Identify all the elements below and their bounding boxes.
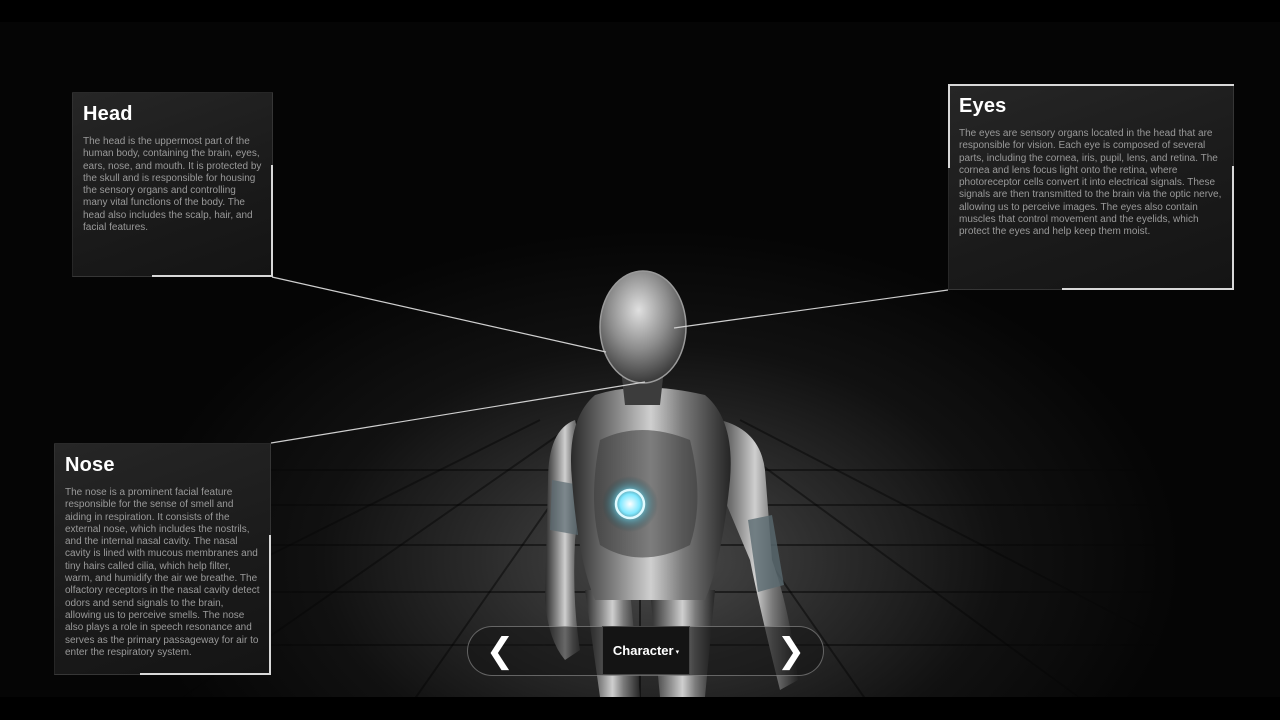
head-panel-text: The head is the uppermost part of the hu… <box>83 136 262 234</box>
head-info-panel: Head The head is the uppermost part of t… <box>72 92 274 278</box>
nose-info-panel: Nose The nose is a prominent facial feat… <box>54 443 271 675</box>
eyes-info-panel: Eyes The eyes are sensory organs located… <box>948 84 1234 291</box>
caret-down-icon: ▾ <box>675 648 680 656</box>
letterbox-bottom <box>0 697 1280 720</box>
nose-panel-title: Nose <box>65 454 115 476</box>
eyes-panel-title: Eyes <box>959 95 1007 117</box>
dropdown-selected-label: Character <box>612 643 674 658</box>
nose-panel-text: The nose is a prominent facial feature r… <box>65 487 260 658</box>
chevron-left-icon[interactable]: ❮ <box>480 633 520 671</box>
model-selector-bar: ❮ Character ▾ ❯ <box>467 626 824 676</box>
eyes-panel-text: The eyes are sensory organs located in t… <box>959 128 1222 238</box>
character-dropdown[interactable]: Character ▾ <box>602 626 690 675</box>
chevron-right-icon[interactable]: ❯ <box>771 633 811 671</box>
head-panel-title: Head <box>83 103 133 125</box>
letterbox-top <box>0 0 1280 22</box>
